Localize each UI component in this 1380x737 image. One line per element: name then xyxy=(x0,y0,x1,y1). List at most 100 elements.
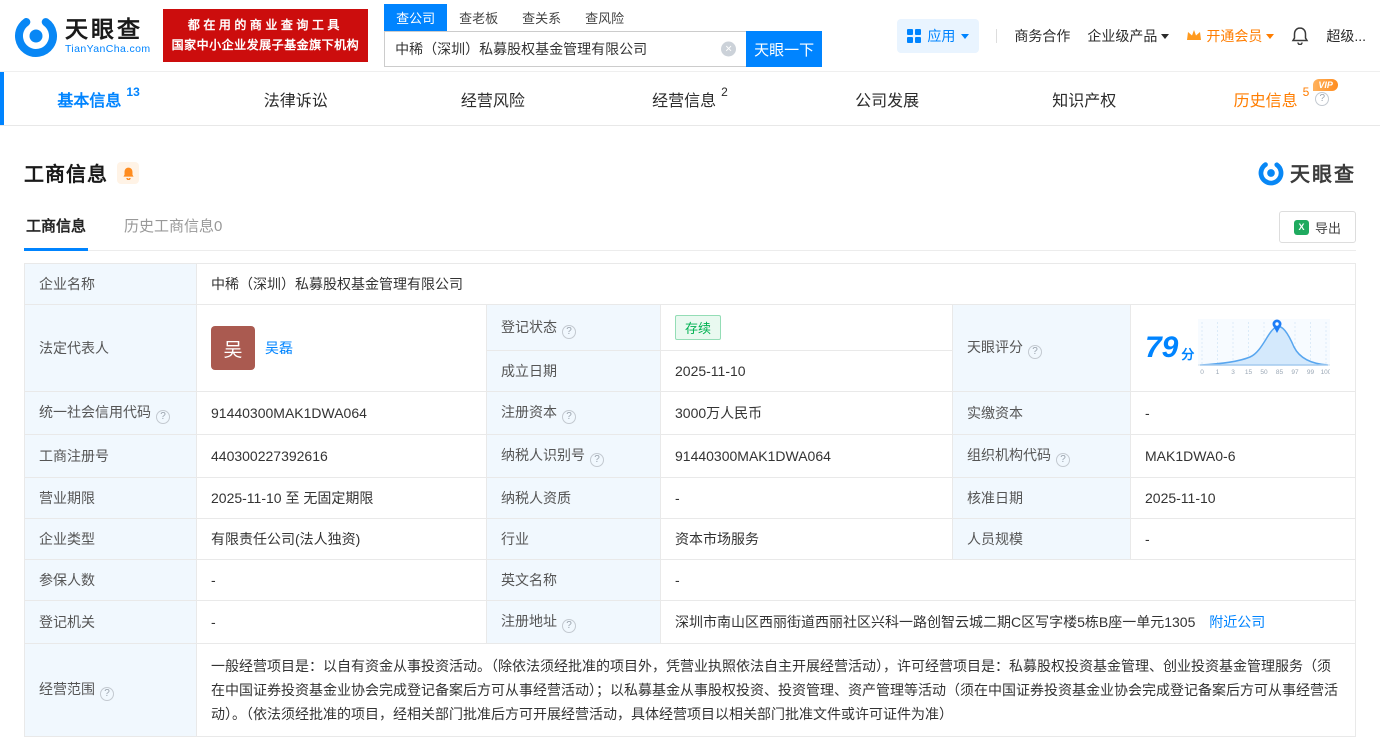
tax-id-label: 纳税人识别号 xyxy=(486,434,661,478)
tab-intellectual-property[interactable]: 知识产权 xyxy=(986,72,1183,125)
legal-rep-link[interactable]: 吴磊 xyxy=(265,338,293,358)
nearby-companies-link[interactable]: 附近公司 xyxy=(1209,614,1265,630)
tax-qualification-label: 纳税人资质 xyxy=(486,477,661,519)
score-value: 79 xyxy=(1145,331,1179,364)
search-area: 查公司 查老板 查关系 查风险 天眼一下 xyxy=(384,4,823,67)
credit-code-value: 91440300MAK1DWA064 xyxy=(196,391,487,435)
tab-count: 2 xyxy=(721,84,728,99)
tab-legal-proceedings[interactable]: 法律诉讼 xyxy=(197,72,394,125)
business-cooperation-link[interactable]: 商务合作 xyxy=(1014,26,1070,46)
membership-menu[interactable]: 开通会员 xyxy=(1186,26,1275,46)
legal-rep-avatar[interactable]: 吴 xyxy=(211,326,255,370)
tax-qualification-value: - xyxy=(660,477,953,519)
reg-authority-label: 登记机关 xyxy=(24,600,197,644)
watermark-label: 天眼查 xyxy=(1290,164,1356,186)
tab-operating-info[interactable]: 经营信息 2 xyxy=(591,72,788,125)
business-scope-label: 经营范围 xyxy=(24,643,197,737)
user-menu[interactable]: 超级... xyxy=(1326,26,1366,46)
help-icon[interactable] xyxy=(1315,91,1330,106)
help-icon[interactable] xyxy=(156,410,170,424)
company-type-value: 有限责任公司(法人独资) xyxy=(196,518,487,560)
membership-label: 开通会员 xyxy=(1206,27,1263,44)
tab-label: 法律诉讼 xyxy=(263,92,328,110)
credit-code-label: 统一社会信用代码 xyxy=(24,391,197,435)
promo-banner: 都在用的商业查询工具 国家中小企业发展子基金旗下机构 xyxy=(162,9,369,62)
tab-count: 5 xyxy=(1302,84,1310,99)
chevron-down-icon xyxy=(1266,33,1275,43)
help-icon[interactable] xyxy=(1028,345,1042,359)
vip-badge: VIP xyxy=(1313,79,1338,91)
tianyancha-logo-icon xyxy=(1258,160,1284,185)
search-button[interactable]: 天眼一下 xyxy=(746,31,823,67)
tab-history-info[interactable]: 历史信息 5 VIP xyxy=(1183,72,1380,125)
help-icon[interactable] xyxy=(1056,453,1070,467)
score-label: 天眼评分 xyxy=(952,304,1131,392)
insured-count-label: 参保人数 xyxy=(24,559,197,601)
svg-text:3: 3 xyxy=(1232,369,1236,376)
tab-company-development[interactable]: 公司发展 xyxy=(789,72,986,125)
company-name-value: 中稀（深圳）私募股权基金管理有限公司 xyxy=(196,263,1356,305)
business-term-label: 营业期限 xyxy=(24,477,197,519)
enterprise-products-menu[interactable]: 企业级产品 xyxy=(1087,26,1170,46)
help-icon[interactable] xyxy=(562,619,576,633)
subtab-history-business-info[interactable]: 历史工商信息0 xyxy=(122,215,224,251)
help-icon[interactable] xyxy=(562,324,576,339)
svg-text:100: 100 xyxy=(1321,369,1330,376)
logo-text: 天眼查 TianYanCha.com xyxy=(65,16,151,54)
business-info-subtabs: 工商信息 历史工商信息0 导出 xyxy=(24,211,1356,251)
tax-id-value: 91440300MAK1DWA064 xyxy=(660,434,953,478)
chevron-down-icon xyxy=(1161,33,1170,43)
business-term-value: 2025-11-10 至 无固定期限 xyxy=(196,477,487,519)
export-label: 导出 xyxy=(1314,220,1341,236)
status-badge: 存续 xyxy=(675,315,722,340)
org-code-value: MAK1DWA0-6 xyxy=(1130,434,1356,478)
reg-authority-value: - xyxy=(196,600,487,644)
table-row: 营业期限 2025-11-10 至 无固定期限 纳税人资质 - 核准日期 202… xyxy=(24,477,1356,519)
export-button[interactable]: 导出 xyxy=(1278,211,1356,243)
help-icon[interactable] xyxy=(562,410,576,424)
top-header: 天眼查 TianYanCha.com 都在用的商业查询工具 国家中小企业发展子基… xyxy=(0,0,1380,72)
logo-domain: TianYanCha.com xyxy=(65,42,151,55)
divider xyxy=(996,28,998,43)
reg-address-value: 深圳市南山区西丽街道西丽社区兴科一路创智云城二期C区写字楼5栋B座一单元1305… xyxy=(660,600,1356,644)
main-content: 工商信息 天眼查 工商信息 历史工商信息0 导出 xyxy=(0,158,1380,737)
svg-text:15: 15 xyxy=(1245,369,1253,376)
tab-label: 经营风险 xyxy=(460,92,525,110)
insured-count-value: - xyxy=(196,559,487,601)
svg-text:97: 97 xyxy=(1292,369,1300,376)
clear-search-icon[interactable] xyxy=(721,41,737,57)
promo-line2: 国家中小企业发展子基金旗下机构 xyxy=(171,37,360,52)
subtab-business-info[interactable]: 工商信息 xyxy=(24,215,89,251)
english-name-label: 英文名称 xyxy=(486,559,661,601)
notifications-bell-icon[interactable] xyxy=(1291,26,1309,45)
monitor-bell-icon[interactable] xyxy=(117,161,139,184)
search-tab-company[interactable]: 查公司 xyxy=(384,4,448,31)
paid-capital-value: - xyxy=(1130,391,1356,435)
reg-capital-value: 3000万人民币 xyxy=(660,391,953,435)
tab-label: 公司发展 xyxy=(855,92,920,110)
svg-text:85: 85 xyxy=(1276,369,1284,376)
svg-text:50: 50 xyxy=(1261,369,1269,376)
help-icon[interactable] xyxy=(100,687,114,701)
tab-count: 13 xyxy=(126,84,140,99)
tianyancha-logo[interactable]: 天眼查 TianYanCha.com xyxy=(14,14,151,58)
reg-number-value: 440300227392616 xyxy=(196,434,487,478)
tab-label: 知识产权 xyxy=(1052,92,1117,110)
svg-text:1: 1 xyxy=(1216,369,1220,376)
company-type-label: 企业类型 xyxy=(24,518,197,560)
search-tab-risk[interactable]: 查风险 xyxy=(573,4,636,31)
table-row: 工商注册号 440300227392616 纳税人识别号 91440300MAK… xyxy=(24,434,1356,478)
search-tabs: 查公司 查老板 查关系 查风险 xyxy=(384,4,822,31)
score-cell[interactable]: 79 分 0 1 3 15 50 85 97 99 100 xyxy=(1130,304,1356,392)
tab-operating-risk[interactable]: 经营风险 xyxy=(394,72,591,125)
search-tab-boss[interactable]: 查老板 xyxy=(447,4,510,31)
tianyancha-logo-icon xyxy=(15,14,57,57)
help-icon[interactable] xyxy=(590,453,604,467)
table-row: 统一社会信用代码 91440300MAK1DWA064 注册资本 3000万人民… xyxy=(24,391,1356,435)
tab-basic-info[interactable]: 基本信息 13 xyxy=(0,72,197,125)
apps-menu[interactable]: 应用 xyxy=(897,18,980,53)
search-input[interactable] xyxy=(384,31,747,67)
crown-icon xyxy=(1187,30,1202,40)
search-tab-relation[interactable]: 查关系 xyxy=(510,4,573,31)
promo-line1: 都在用的商业查询工具 xyxy=(187,18,343,33)
